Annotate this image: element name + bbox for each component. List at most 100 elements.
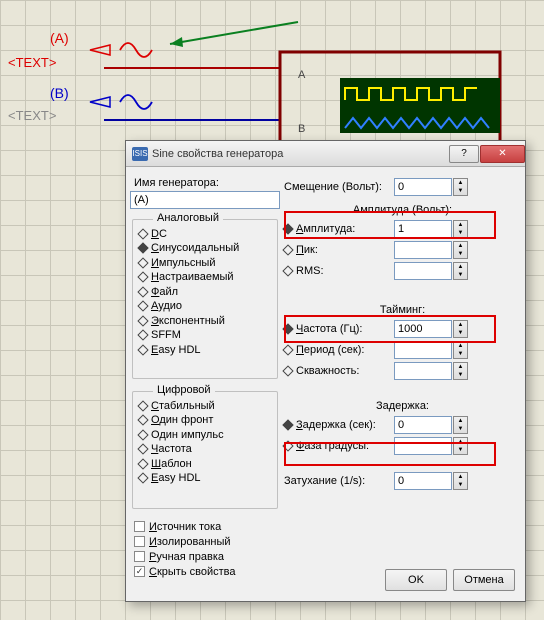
help-button[interactable]: ?: [449, 145, 479, 163]
option-label: Период (сек):: [296, 344, 364, 356]
checkbox-label: Источник тока: [149, 521, 221, 533]
checkbox-label: Скрыть свойства: [149, 566, 235, 578]
analog-group: Аналоговый DCСинусоидальныйИмпульсныйНас…: [132, 219, 278, 379]
radio-diamond-icon: [282, 440, 293, 451]
radio-diamond-icon: [282, 244, 293, 255]
delay-spin-1[interactable]: ▲▼: [453, 437, 468, 455]
radio-label: Easy HDL: [151, 344, 201, 356]
damping-spin[interactable]: ▲▼: [453, 472, 468, 490]
analog-radio-5[interactable]: Аудио: [139, 299, 271, 313]
analog-radio-3[interactable]: Настраиваемый: [139, 270, 271, 284]
amp-input-1[interactable]: [394, 241, 452, 259]
sine-properties-dialog: ISIS Sine свойства генератора ? ✕ Имя ге…: [125, 140, 526, 602]
checkbox-icon: [134, 551, 145, 562]
generator-name-input[interactable]: [130, 191, 280, 209]
radio-label: Один импульс: [151, 429, 224, 441]
radio-label: Шаблон: [151, 458, 192, 470]
digital-radio-2[interactable]: Один импульс: [139, 428, 271, 442]
time-input-1[interactable]: [394, 341, 452, 359]
radio-diamond-icon: [137, 271, 148, 282]
radio-diamond-icon: [137, 344, 148, 355]
titlebar[interactable]: ISIS Sine свойства генератора ? ✕: [126, 141, 525, 167]
time-option-2[interactable]: Скважность:: [284, 365, 394, 377]
radio-diamond-icon: [137, 443, 148, 454]
radio-diamond-icon: [282, 344, 293, 355]
time-option-1[interactable]: Период (сек):: [284, 344, 394, 356]
radio-label: Файл: [151, 286, 178, 298]
amp-spin-0[interactable]: ▲▼: [453, 220, 468, 238]
offset-input[interactable]: [394, 178, 452, 196]
amp-option-0[interactable]: Амплитуда:: [284, 223, 394, 235]
offset-spin[interactable]: ▲▼: [453, 178, 468, 196]
radio-label: Один фронт: [151, 414, 213, 426]
radio-diamond-icon: [137, 429, 148, 440]
delay-input-0[interactable]: [394, 416, 452, 434]
amp-spin-1[interactable]: ▲▼: [453, 241, 468, 259]
digital-radio-0[interactable]: Стабильный: [139, 399, 271, 413]
delay-option-0[interactable]: Задержка (сек):: [284, 419, 394, 431]
checkbox-1[interactable]: Изолированный: [134, 534, 276, 549]
time-input-0[interactable]: [394, 320, 452, 338]
checkbox-2[interactable]: Ручная правка: [134, 549, 276, 564]
time-input-2[interactable]: [394, 362, 452, 380]
cancel-button[interactable]: Отмена: [453, 569, 515, 591]
digital-radio-4[interactable]: Шаблон: [139, 457, 271, 471]
radio-label: Стабильный: [151, 400, 215, 412]
option-label: Частота (Гц):: [296, 323, 362, 335]
delay-input-1[interactable]: [394, 437, 452, 455]
time-spin-0[interactable]: ▲▼: [453, 320, 468, 338]
radio-diamond-icon: [137, 286, 148, 297]
radio-diamond-icon: [137, 400, 148, 411]
radio-label: Частота: [151, 443, 192, 455]
option-label: Амплитуда:: [296, 223, 355, 235]
radio-label: Импульсный: [151, 257, 215, 269]
damping-input[interactable]: [394, 472, 452, 490]
checkbox-icon: [134, 521, 145, 532]
ok-button[interactable]: OK: [385, 569, 447, 591]
amp-input-0[interactable]: [394, 220, 452, 238]
radio-diamond-icon: [282, 323, 293, 334]
analog-radio-6[interactable]: Экспонентный: [139, 314, 271, 328]
radio-label: Настраиваемый: [151, 271, 234, 283]
analog-radio-2[interactable]: Импульсный: [139, 256, 271, 270]
radio-diamond-icon: [282, 365, 293, 376]
amp-input-2[interactable]: [394, 262, 452, 280]
delay-spin-0[interactable]: ▲▼: [453, 416, 468, 434]
window-title: Sine свойства генератора: [152, 148, 448, 160]
timing-section: Тайминг:: [284, 304, 521, 316]
radio-diamond-icon: [137, 472, 148, 483]
app-icon: ISIS: [132, 147, 148, 161]
digital-radio-5[interactable]: Easy HDL: [139, 471, 271, 485]
option-label: Пик:: [296, 244, 318, 256]
checkbox-label: Изолированный: [149, 536, 231, 548]
amp-option-1[interactable]: Пик:: [284, 244, 394, 256]
checkbox-3[interactable]: ✓ Скрыть свойства: [134, 564, 276, 579]
analog-radio-7[interactable]: SFFM: [139, 328, 271, 342]
digital-legend: Цифровой: [153, 384, 215, 396]
delay-option-1[interactable]: Фаза градусы:: [284, 440, 394, 452]
radio-diamond-icon: [137, 242, 148, 253]
analog-radio-4[interactable]: Файл: [139, 285, 271, 299]
checkbox-icon: ✓: [134, 566, 145, 577]
analog-radio-1[interactable]: Синусоидальный: [139, 241, 271, 255]
option-label: RMS:: [296, 265, 324, 277]
checkbox-icon: [134, 536, 145, 547]
digital-radio-1[interactable]: Один фронт: [139, 413, 271, 427]
time-spin-1[interactable]: ▲▼: [453, 341, 468, 359]
radio-diamond-icon: [137, 228, 148, 239]
checkbox-0[interactable]: Источник тока: [134, 519, 276, 534]
analog-radio-8[interactable]: Easy HDL: [139, 343, 271, 357]
close-button[interactable]: ✕: [480, 145, 525, 163]
radio-label: Экспонентный: [151, 315, 225, 327]
amp-option-2[interactable]: RMS:: [284, 265, 394, 277]
analog-radio-0[interactable]: DC: [139, 227, 271, 241]
time-spin-2[interactable]: ▲▼: [453, 362, 468, 380]
name-label: Имя генератора:: [134, 177, 280, 189]
radio-label: SFFM: [151, 329, 181, 341]
amp-spin-2[interactable]: ▲▼: [453, 262, 468, 280]
radio-diamond-icon: [137, 329, 148, 340]
digital-radio-3[interactable]: Частота: [139, 442, 271, 456]
radio-diamond-icon: [282, 265, 293, 276]
time-option-0[interactable]: Частота (Гц):: [284, 323, 394, 335]
offset-label: Смещение (Вольт):: [284, 181, 394, 193]
